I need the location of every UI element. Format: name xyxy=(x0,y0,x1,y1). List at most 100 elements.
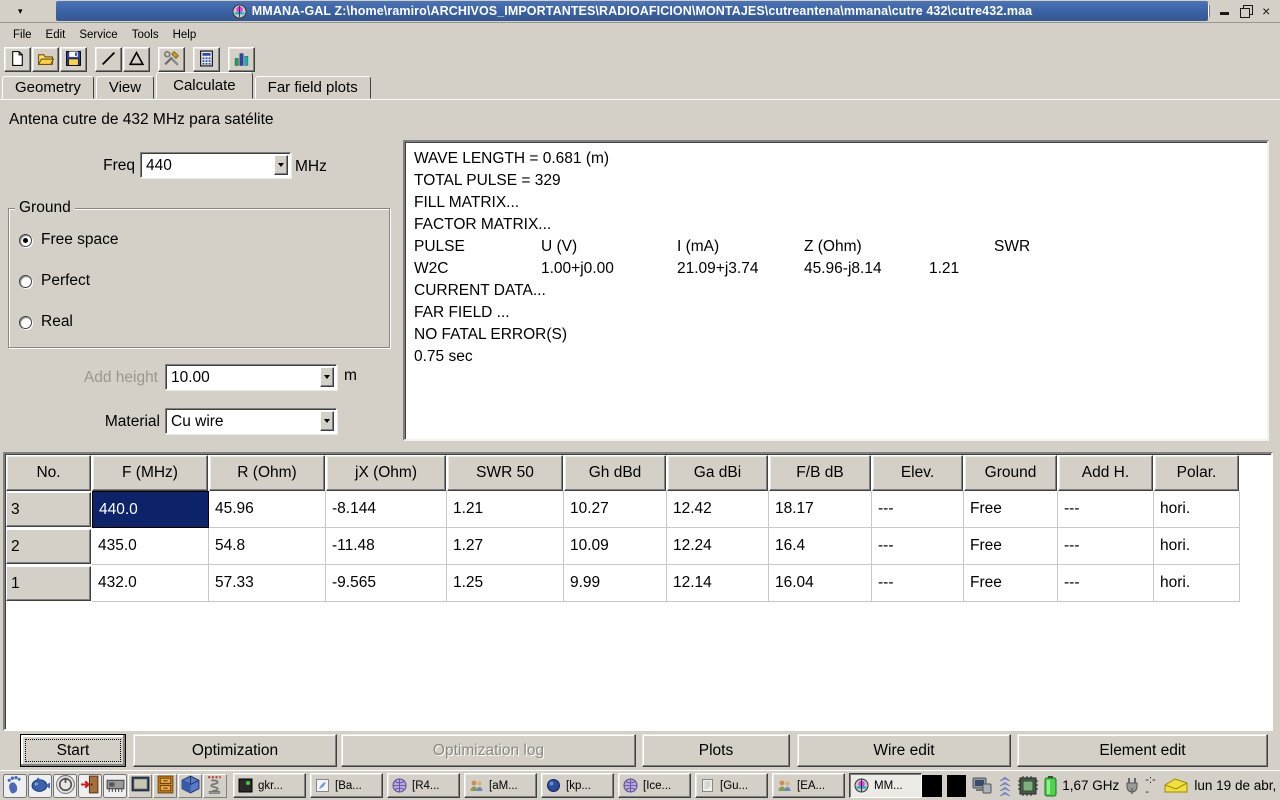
tab-geometry[interactable]: Geometry xyxy=(2,76,94,99)
network-monitor-icon[interactable] xyxy=(971,776,993,796)
row-header[interactable]: 3 xyxy=(6,492,91,527)
tool-save-file-button[interactable] xyxy=(60,47,87,72)
table-cell[interactable]: 1.21 xyxy=(447,491,564,528)
launcher-gnome-foot[interactable] xyxy=(3,774,27,798)
tab-far-field-plots[interactable]: Far field plots xyxy=(255,76,371,99)
tool-setup-tools-button[interactable] xyxy=(158,47,185,72)
table-cell[interactable]: 16.4 xyxy=(769,528,872,565)
table-cell[interactable]: -11.48 xyxy=(326,528,447,565)
taskbar-window-gkr[interactable]: gkr... xyxy=(233,773,306,798)
tool-calculator-button[interactable] xyxy=(193,47,220,72)
clock-text[interactable]: lun 19 de abr, 12:28:27 xyxy=(1194,778,1280,793)
table-cell[interactable]: --- xyxy=(872,565,964,602)
freq-combo[interactable]: 440 xyxy=(140,152,291,178)
tray-app-window-icon[interactable] xyxy=(922,775,942,797)
table-cell[interactable]: 18.17 xyxy=(769,491,872,528)
table-cell[interactable]: 10.09 xyxy=(564,528,667,565)
ground-option-real[interactable]: Real xyxy=(19,313,73,331)
tool-wire-line-button[interactable] xyxy=(95,47,122,72)
tray-app-window-icon[interactable] xyxy=(947,775,967,797)
plots-button[interactable]: Plots xyxy=(642,734,790,767)
calculation-output[interactable]: WAVE LENGTH = 0.681 (m)TOTAL PULSE = 329… xyxy=(403,140,1269,441)
launcher-file-cabinet[interactable] xyxy=(153,774,177,798)
cpu-chip-icon[interactable] xyxy=(1017,775,1039,797)
titlebar-center[interactable]: MMANA-GAL Z:\home\ramiro\ARCHIVOS_IMPORT… xyxy=(56,1,1208,21)
add-height-combo-arrow-icon[interactable] xyxy=(320,367,334,387)
table-cell[interactable]: Free xyxy=(964,491,1058,528)
ground-option-perfect[interactable]: Perfect xyxy=(19,272,90,290)
tab-calculate[interactable]: Calculate xyxy=(156,72,253,99)
taskbar-window-ea[interactable]: [EA... xyxy=(772,773,845,798)
table-cell[interactable]: 12.24 xyxy=(667,528,769,565)
material-combo-arrow-icon[interactable] xyxy=(320,411,334,431)
element-edit-button[interactable]: Element edit xyxy=(1017,734,1268,767)
menu-item-file[interactable]: File xyxy=(6,27,39,43)
taskbar-window-mm[interactable]: MM... xyxy=(849,773,922,798)
optimization-button[interactable]: Optimization xyxy=(133,734,337,767)
table-cell[interactable]: --- xyxy=(872,528,964,565)
table-cell[interactable]: 57.33 xyxy=(209,565,326,602)
launcher-bluefish[interactable] xyxy=(28,774,52,798)
row-header[interactable]: 1 xyxy=(6,566,91,601)
freq-combo-arrow-icon[interactable] xyxy=(274,155,288,175)
taskbar-window-am[interactable]: [aM... xyxy=(464,773,537,798)
tool-element-triangle-button[interactable] xyxy=(123,47,150,72)
launcher-memory-chip[interactable] xyxy=(103,774,127,798)
table-cell[interactable]: 54.8 xyxy=(209,528,326,565)
tool-open-file-button[interactable] xyxy=(32,47,59,72)
close-icon[interactable]: × xyxy=(1260,5,1272,17)
minimize-icon[interactable] xyxy=(1219,5,1231,17)
menu-item-service[interactable]: Service xyxy=(72,27,124,43)
table-cell[interactable]: hori. xyxy=(1154,565,1240,602)
window-menu-icon[interactable]: ▾ xyxy=(18,6,23,17)
start-button[interactable]: Start xyxy=(20,734,126,767)
table-cell[interactable]: 10.27 xyxy=(564,491,667,528)
table-cell[interactable]: 16.04 xyxy=(769,565,872,602)
taskbar-window-kp[interactable]: [kp... xyxy=(541,773,614,798)
table-cell[interactable]: Free xyxy=(964,565,1058,602)
update-chevrons-icon[interactable] xyxy=(998,775,1012,797)
taskbar-window-ba[interactable]: [Ba... xyxy=(310,773,383,798)
launcher-desktop[interactable] xyxy=(128,774,152,798)
table-cell[interactable]: 12.42 xyxy=(667,491,769,528)
cpu-frequency-text[interactable]: 1,67 GHz xyxy=(1062,778,1119,793)
table-cell[interactable]: --- xyxy=(1058,491,1154,528)
table-cell[interactable]: 45.96 xyxy=(209,491,326,528)
launcher-logout-door[interactable] xyxy=(78,774,102,798)
menu-item-help[interactable]: Help xyxy=(166,27,204,43)
tool-new-file-button[interactable] xyxy=(4,47,31,72)
power-plug-icon[interactable] xyxy=(1124,776,1140,796)
table-cell[interactable]: 1.25 xyxy=(447,565,564,602)
tool-chart-button[interactable] xyxy=(228,47,255,72)
table-cell[interactable]: 12.14 xyxy=(667,565,769,602)
taskbar-window-ice[interactable]: [Ice... xyxy=(618,773,691,798)
table-cell-selected[interactable]: 440.0 xyxy=(92,491,209,528)
table-cell[interactable]: --- xyxy=(1058,528,1154,565)
table-cell[interactable]: --- xyxy=(872,491,964,528)
table-cell[interactable]: -8.144 xyxy=(326,491,447,528)
material-combo[interactable]: Cu wire xyxy=(165,408,337,434)
mail-envelope-icon[interactable] xyxy=(1163,777,1189,795)
table-cell[interactable]: hori. xyxy=(1154,491,1240,528)
wire-edit-button[interactable]: Wire edit xyxy=(797,734,1011,767)
taskbar-window-r4[interactable]: [R4... xyxy=(387,773,460,798)
table-cell[interactable]: --- xyxy=(1058,565,1154,602)
table-cell[interactable]: 432.0 xyxy=(92,565,209,602)
menu-item-tools[interactable]: Tools xyxy=(125,27,166,43)
ground-option-free-space[interactable]: Free space xyxy=(19,231,119,249)
table-cell[interactable]: 9.99 xyxy=(564,565,667,602)
add-height-combo[interactable]: 10.00 xyxy=(165,364,337,390)
launcher-lamp[interactable] xyxy=(203,774,227,798)
table-cell[interactable]: hori. xyxy=(1154,528,1240,565)
taskbar-window-gu[interactable]: [Gu... xyxy=(695,773,768,798)
tab-view[interactable]: View xyxy=(96,76,154,99)
row-header[interactable]: 2 xyxy=(6,529,91,564)
table-cell[interactable]: Free xyxy=(964,528,1058,565)
maximize-icon[interactable] xyxy=(1240,5,1252,17)
table-cell[interactable]: 435.0 xyxy=(92,528,209,565)
launcher-power-button[interactable] xyxy=(53,774,77,798)
table-cell[interactable]: 1.27 xyxy=(447,528,564,565)
battery-icon[interactable] xyxy=(1044,775,1057,797)
launcher-cube[interactable] xyxy=(178,774,202,798)
table-cell[interactable]: -9.565 xyxy=(326,565,447,602)
